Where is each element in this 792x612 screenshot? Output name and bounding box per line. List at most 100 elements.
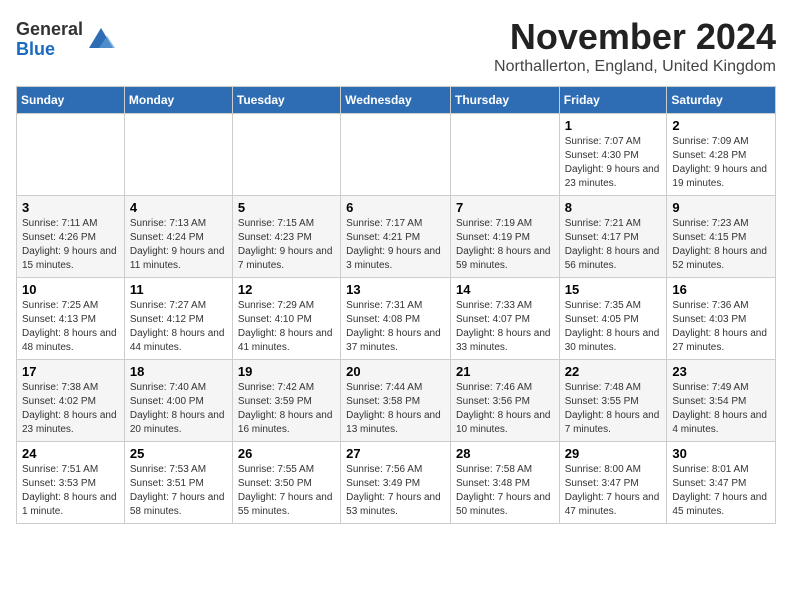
weekday-header: Saturday (667, 87, 776, 114)
calendar-table: SundayMondayTuesdayWednesdayThursdayFrid… (16, 86, 776, 524)
day-number: 28 (456, 446, 554, 461)
calendar-cell: 27 Sunrise: 7:56 AM Sunset: 3:49 PM Dayli… (341, 442, 451, 524)
calendar-cell (450, 114, 559, 196)
day-info: Sunrise: 7:46 AM Sunset: 3:56 PM Dayligh… (456, 381, 554, 437)
calendar-cell: 15 Sunrise: 7:35 AM Sunset: 4:05 PM Dayli… (559, 278, 667, 360)
calendar-cell: 28 Sunrise: 7:58 AM Sunset: 3:48 PM Dayli… (450, 442, 559, 524)
day-number: 1 (565, 118, 662, 133)
calendar-cell: 3Sunrise: 7:11 AM Sunset: 4:26 PM Daylig… (17, 196, 125, 278)
subtitle: Northallerton, England, United Kingdom (494, 58, 776, 76)
day-number: 27 (346, 446, 445, 461)
calendar-cell (17, 114, 125, 196)
day-number: 2 (672, 118, 770, 133)
day-info: Sunrise: 8:01 AM Sunset: 3:47 PM Dayligh… (672, 463, 770, 519)
logo: General Blue (16, 20, 115, 60)
day-number: 8 (565, 200, 662, 215)
calendar-cell: 10 Sunrise: 7:25 AM Sunset: 4:13 PM Dayli… (17, 278, 125, 360)
calendar-cell (232, 114, 340, 196)
calendar-cell: 26Sunrise: 7:55 AM Sunset: 3:50 PM Dayli… (232, 442, 340, 524)
calendar-cell: 23Sunrise: 7:49 AM Sunset: 3:54 PM Dayli… (667, 360, 776, 442)
calendar-cell: 6 Sunrise: 7:17 AM Sunset: 4:21 PM Daylig… (341, 196, 451, 278)
calendar-cell: 4 Sunrise: 7:13 AM Sunset: 4:24 PM Daylig… (124, 196, 232, 278)
weekday-header: Wednesday (341, 87, 451, 114)
calendar-cell: 29Sunrise: 8:00 AM Sunset: 3:47 PM Dayli… (559, 442, 667, 524)
day-number: 4 (130, 200, 227, 215)
logo-icon (87, 26, 115, 54)
day-number: 25 (130, 446, 227, 461)
day-number: 9 (672, 200, 770, 215)
calendar-cell: 8 Sunrise: 7:21 AM Sunset: 4:17 PM Daylig… (559, 196, 667, 278)
weekday-header: Thursday (450, 87, 559, 114)
day-info: Sunrise: 7:27 AM Sunset: 4:12 PM Dayligh… (130, 299, 227, 355)
day-number: 19 (238, 364, 335, 379)
calendar-cell: 22Sunrise: 7:48 AM Sunset: 3:55 PM Dayli… (559, 360, 667, 442)
weekday-header: Tuesday (232, 87, 340, 114)
day-number: 23 (672, 364, 770, 379)
calendar-cell: 19Sunrise: 7:42 AM Sunset: 3:59 PM Dayli… (232, 360, 340, 442)
calendar-week-row: 3Sunrise: 7:11 AM Sunset: 4:26 PM Daylig… (17, 196, 776, 278)
day-info: Sunrise: 7:19 AM Sunset: 4:19 PM Dayligh… (456, 217, 554, 273)
calendar-cell: 18 Sunrise: 7:40 AM Sunset: 4:00 PM Dayli… (124, 360, 232, 442)
day-number: 18 (130, 364, 227, 379)
day-number: 30 (672, 446, 770, 461)
day-number: 15 (565, 282, 662, 297)
calendar-cell: 24 Sunrise: 7:51 AM Sunset: 3:53 PM Dayli… (17, 442, 125, 524)
logo-blue: Blue (16, 39, 55, 59)
day-number: 13 (346, 282, 445, 297)
calendar-cell: 17 Sunrise: 7:38 AM Sunset: 4:02 PM Dayli… (17, 360, 125, 442)
day-number: 17 (22, 364, 119, 379)
calendar-cell: 9 Sunrise: 7:23 AM Sunset: 4:15 PM Daylig… (667, 196, 776, 278)
calendar-cell (341, 114, 451, 196)
day-number: 11 (130, 282, 227, 297)
day-number: 24 (22, 446, 119, 461)
day-number: 22 (565, 364, 662, 379)
day-info: Sunrise: 7:40 AM Sunset: 4:00 PM Dayligh… (130, 381, 227, 437)
calendar-week-row: 10 Sunrise: 7:25 AM Sunset: 4:13 PM Dayli… (17, 278, 776, 360)
calendar-cell: 11 Sunrise: 7:27 AM Sunset: 4:12 PM Dayli… (124, 278, 232, 360)
day-number: 5 (238, 200, 335, 215)
day-info: Sunrise: 7:38 AM Sunset: 4:02 PM Dayligh… (22, 381, 119, 437)
day-info: Sunrise: 7:13 AM Sunset: 4:24 PM Dayligh… (130, 217, 227, 273)
day-info: Sunrise: 8:00 AM Sunset: 3:47 PM Dayligh… (565, 463, 662, 519)
day-info: Sunrise: 7:51 AM Sunset: 3:53 PM Dayligh… (22, 463, 119, 519)
day-info: Sunrise: 7:15 AM Sunset: 4:23 PM Dayligh… (238, 217, 335, 273)
calendar-cell: 20Sunrise: 7:44 AM Sunset: 3:58 PM Dayli… (341, 360, 451, 442)
day-number: 6 (346, 200, 445, 215)
logo-general: General (16, 19, 83, 39)
calendar-cell (124, 114, 232, 196)
calendar-cell: 7 Sunrise: 7:19 AM Sunset: 4:19 PM Daylig… (450, 196, 559, 278)
logo-text: General Blue (16, 20, 83, 60)
calendar-week-row: 17 Sunrise: 7:38 AM Sunset: 4:02 PM Dayli… (17, 360, 776, 442)
day-info: Sunrise: 7:58 AM Sunset: 3:48 PM Dayligh… (456, 463, 554, 519)
calendar-cell: 2 Sunrise: 7:09 AM Sunset: 4:28 PM Daylig… (667, 114, 776, 196)
day-info: Sunrise: 7:31 AM Sunset: 4:08 PM Dayligh… (346, 299, 445, 355)
day-number: 10 (22, 282, 119, 297)
calendar-header-row: SundayMondayTuesdayWednesdayThursdayFrid… (17, 87, 776, 114)
calendar-week-row: 1 Sunrise: 7:07 AM Sunset: 4:30 PM Daylig… (17, 114, 776, 196)
day-number: 16 (672, 282, 770, 297)
day-info: Sunrise: 7:33 AM Sunset: 4:07 PM Dayligh… (456, 299, 554, 355)
day-info: Sunrise: 7:25 AM Sunset: 4:13 PM Dayligh… (22, 299, 119, 355)
day-info: Sunrise: 7:07 AM Sunset: 4:30 PM Dayligh… (565, 135, 662, 191)
main-title: November 2024 (494, 16, 776, 58)
day-number: 26 (238, 446, 335, 461)
day-info: Sunrise: 7:09 AM Sunset: 4:28 PM Dayligh… (672, 135, 770, 191)
day-info: Sunrise: 7:44 AM Sunset: 3:58 PM Dayligh… (346, 381, 445, 437)
day-number: 14 (456, 282, 554, 297)
day-info: Sunrise: 7:56 AM Sunset: 3:49 PM Dayligh… (346, 463, 445, 519)
calendar-cell: 1 Sunrise: 7:07 AM Sunset: 4:30 PM Daylig… (559, 114, 667, 196)
day-info: Sunrise: 7:11 AM Sunset: 4:26 PM Dayligh… (22, 217, 119, 273)
day-info: Sunrise: 7:17 AM Sunset: 4:21 PM Dayligh… (346, 217, 445, 273)
day-number: 12 (238, 282, 335, 297)
calendar-week-row: 24 Sunrise: 7:51 AM Sunset: 3:53 PM Dayli… (17, 442, 776, 524)
day-info: Sunrise: 7:21 AM Sunset: 4:17 PM Dayligh… (565, 217, 662, 273)
weekday-header: Friday (559, 87, 667, 114)
day-info: Sunrise: 7:35 AM Sunset: 4:05 PM Dayligh… (565, 299, 662, 355)
calendar-cell: 16Sunrise: 7:36 AM Sunset: 4:03 PM Dayli… (667, 278, 776, 360)
day-info: Sunrise: 7:23 AM Sunset: 4:15 PM Dayligh… (672, 217, 770, 273)
calendar-cell: 21Sunrise: 7:46 AM Sunset: 3:56 PM Dayli… (450, 360, 559, 442)
calendar-cell: 13 Sunrise: 7:31 AM Sunset: 4:08 PM Dayli… (341, 278, 451, 360)
calendar-cell: 5 Sunrise: 7:15 AM Sunset: 4:23 PM Daylig… (232, 196, 340, 278)
calendar-cell: 14 Sunrise: 7:33 AM Sunset: 4:07 PM Dayli… (450, 278, 559, 360)
day-number: 7 (456, 200, 554, 215)
